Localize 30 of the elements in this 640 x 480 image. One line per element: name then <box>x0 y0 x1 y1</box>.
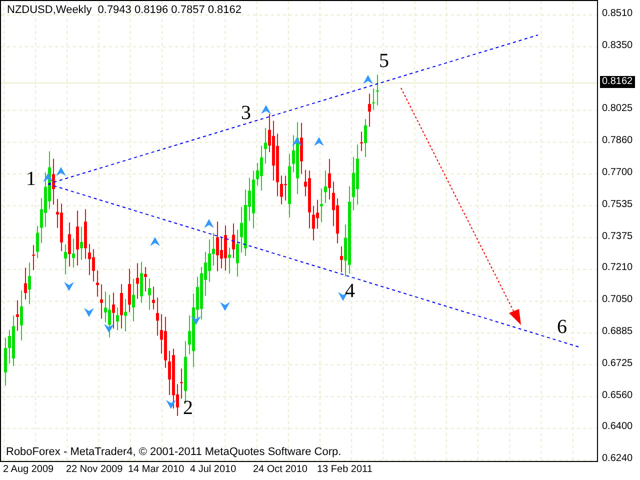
price-tick-label: 0.7860 <box>602 135 633 148</box>
price-tick-label: 0.8510 <box>602 8 633 20</box>
price-tick-label: 0.6240 <box>602 453 633 466</box>
date-tick-label: 2 Aug 2009 <box>3 464 54 476</box>
wave-label: 5 <box>379 51 389 71</box>
price-tick-label: 0.6400 <box>602 421 633 434</box>
price-tick-label: 0.7210 <box>602 262 633 274</box>
wave-label: 1 <box>26 169 36 189</box>
copyright-text: RoboForex - MetaTrader4, © 2001-2011 MetaQuotes Software Corp. <box>6 445 342 459</box>
price-tick-label: 0.6725 <box>602 358 633 370</box>
chart-symbol: NZDUSD,Weekly <box>7 3 92 17</box>
price-tick-label: 0.6885 <box>602 326 633 338</box>
price-quote: 0.7943 0.8196 0.7857 0.8162 <box>98 3 242 17</box>
date-tick-label: 14 Mar 2010 <box>128 464 184 476</box>
price-tick-label: 0.7375 <box>602 230 633 243</box>
price-tick-label: 0.8025 <box>602 103 633 116</box>
date-tick-label: 22 Nov 2009 <box>66 464 123 476</box>
date-tick-label: 24 Oct 2010 <box>253 464 308 476</box>
wave-label: 4 <box>345 281 355 301</box>
wave-label: 6 <box>557 317 567 337</box>
wave-label: 2 <box>183 398 193 418</box>
date-tick-label: 4 Jul 2010 <box>190 464 236 476</box>
current-price-tag: 0.8162 <box>600 76 635 88</box>
price-tick-label: 0.7050 <box>602 294 633 306</box>
price-tick-label: 0.6560 <box>602 390 633 402</box>
date-tick-label: 13 Feb 2011 <box>317 464 372 476</box>
price-tick-label: 0.8350 <box>602 40 633 52</box>
price-tick-label: 0.7700 <box>602 167 633 179</box>
price-tick-label: 0.7535 <box>602 198 633 211</box>
wave-label: 3 <box>241 103 251 123</box>
